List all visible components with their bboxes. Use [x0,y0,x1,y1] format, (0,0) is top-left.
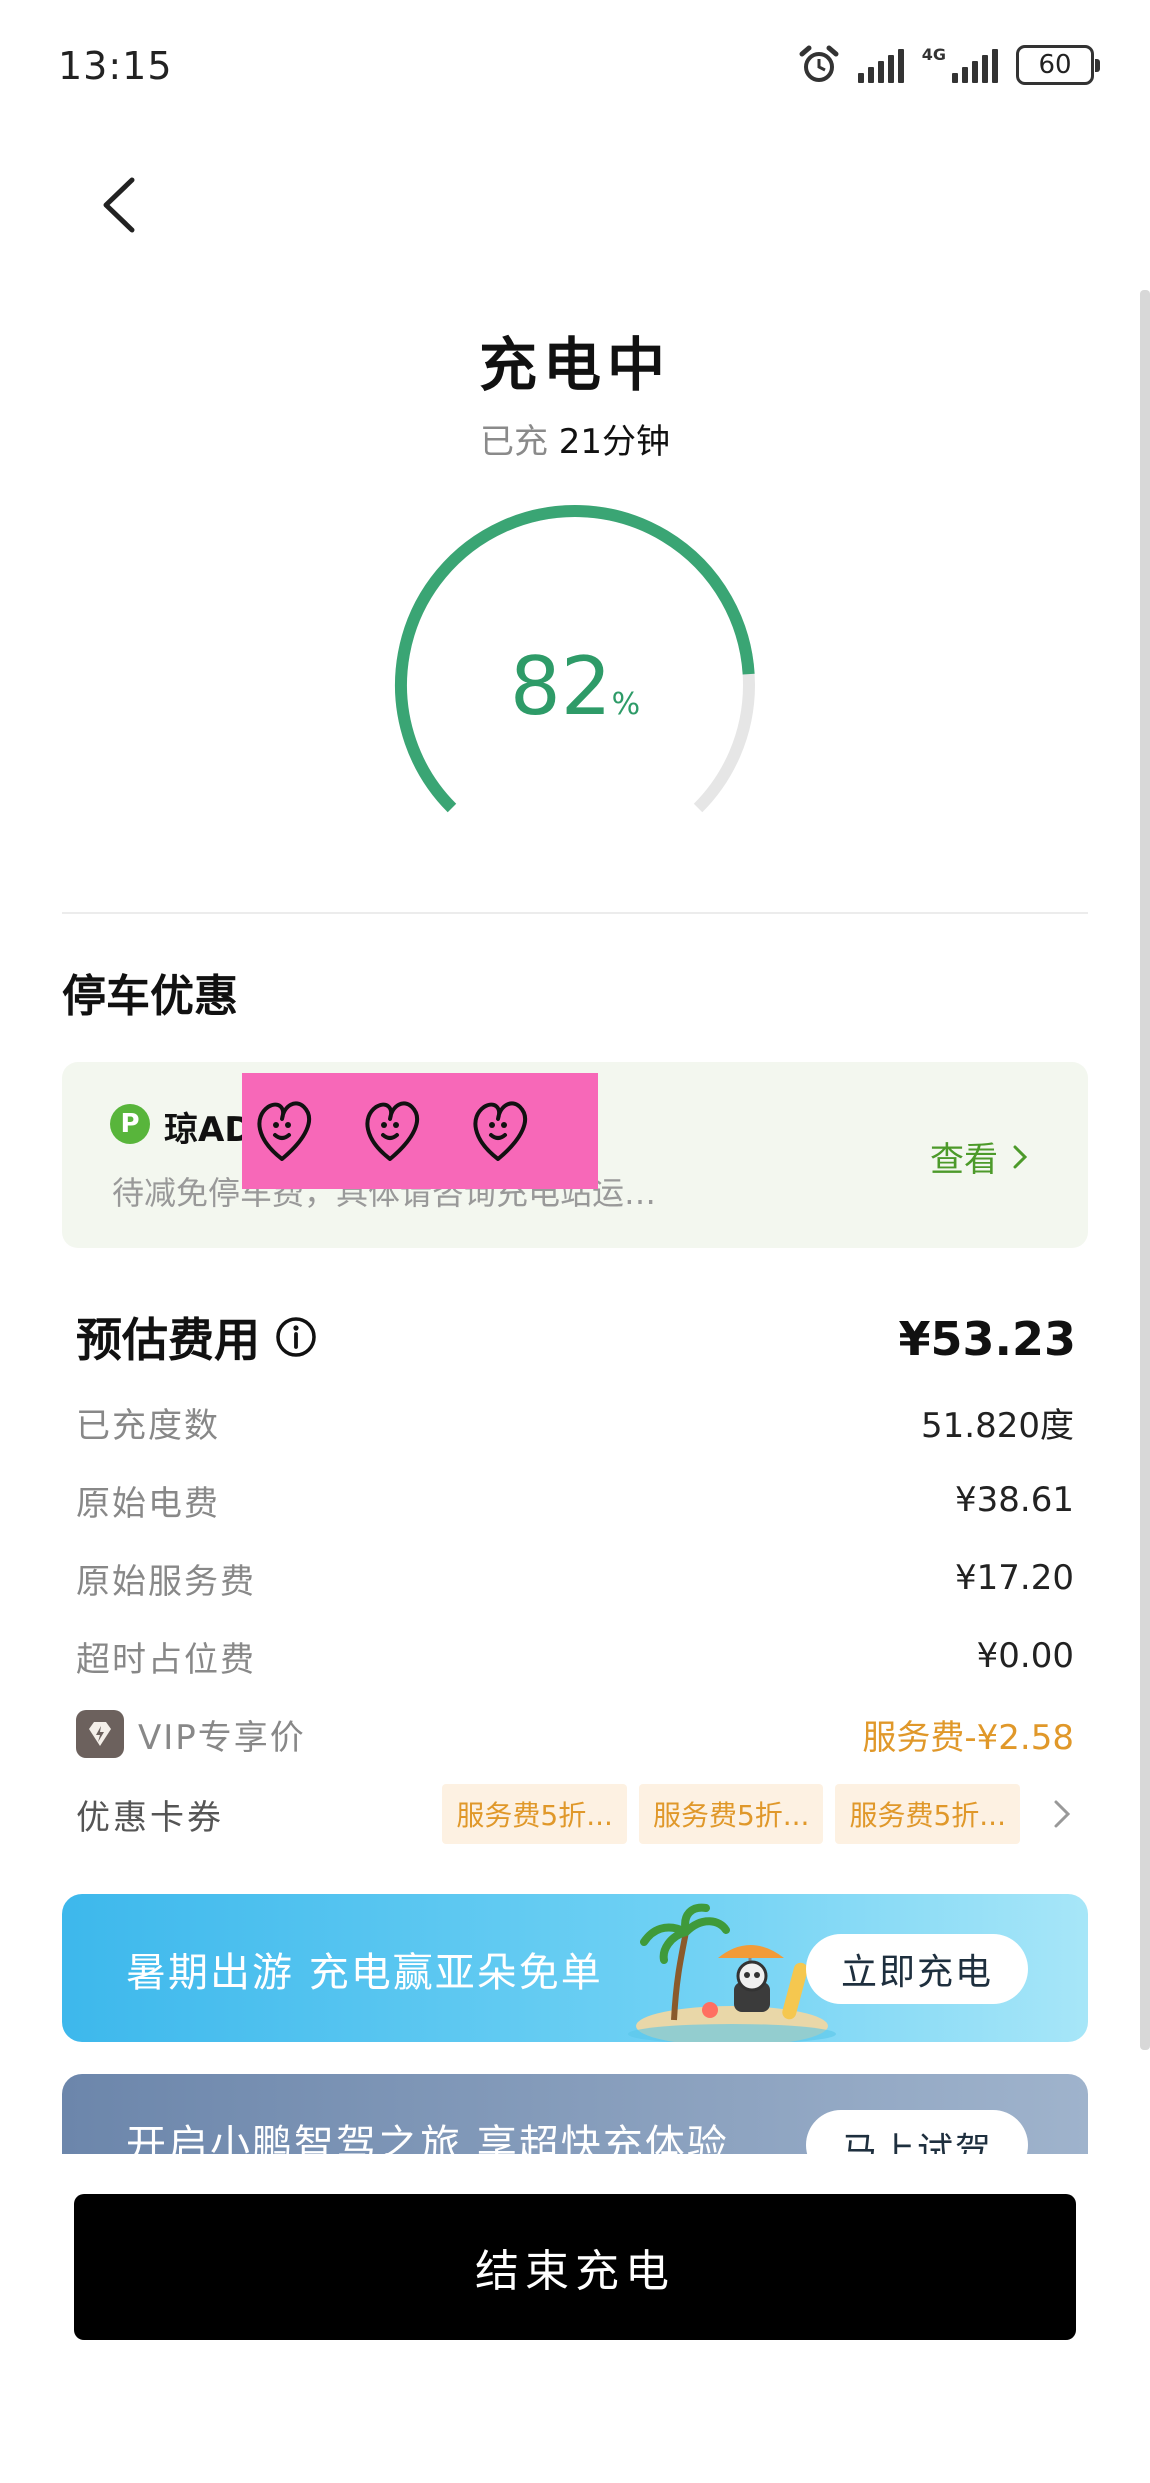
charge-percentage-number: 82 [509,640,612,733]
fee-value: ¥17.20 [955,1558,1074,1598]
parking-p-icon: P [110,1104,150,1144]
fee-value: ¥0.00 [976,1636,1074,1676]
charging-duration: 已充 21分钟 [0,414,1150,463]
network-type: 4G [921,45,946,64]
fee-value: 51.820度 [921,1405,1074,1446]
fee-label: 超时占位费 [76,1639,256,1680]
page-title: 充电中 [478,331,671,399]
fee-value: ¥38.61 [955,1480,1074,1520]
coupon-tag[interactable]: 服务费5折... [638,1784,824,1844]
view-label: 查看 [930,1140,998,1180]
scrollbar[interactable] [1140,290,1150,2050]
coupon-label: 优惠卡券 [76,1797,224,1838]
estimated-fee-label: 预估费用 [76,1313,260,1367]
charge-percentage-unit: % [611,687,641,722]
alarm-clock-icon [799,45,839,82]
fee-row-electricity: 原始电费 ¥38.61 [76,1470,1074,1530]
chevron-right-icon[interactable] [1046,1794,1076,1834]
vip-label: VIP专享价 [138,1717,306,1758]
estimated-fee-title: 预估费用 [76,1304,318,1370]
coupon-tag[interactable]: 服务费5折... [442,1784,627,1844]
signal-bars-icon [857,47,904,83]
chevron-right-icon [1013,1145,1028,1168]
status-bar: 13:15 4G 60 [0,0,1150,130]
charge-now-button[interactable]: 立即充电 [806,1934,1028,2004]
fee-label: 已充度数 [76,1405,220,1446]
coupon-row[interactable]: 优惠卡券 服务费5折... 服务费5折... 服务费5折... [76,1784,1076,1844]
duration-value: 21分钟 [558,422,671,462]
status-icons: 4G 60 [798,40,1100,90]
end-charging-button[interactable]: 结束充电 [74,2194,1076,2340]
fee-row-service: 原始服务费 ¥17.20 [76,1548,1074,1608]
fee-label: 原始服务费 [76,1561,256,1602]
summer-promo-text: 暑期出游 充电赢亚朵免单 [126,1950,603,1996]
back-arrow-icon[interactable] [90,170,150,240]
estimated-fee-total: ¥53.23 [898,1312,1076,1366]
fee-label: 原始电费 [76,1483,220,1524]
vip-diamond-icon [76,1710,124,1758]
battery-level: 60 [1038,50,1072,80]
heart-sticker-overlay [242,1073,598,1189]
battery-icon: 60 [1016,45,1100,85]
test-drive-button[interactable]: 马上试驾 [806,2110,1028,2154]
parking-section-title: 停车优惠 [62,971,238,1022]
coupon-tag[interactable]: 服务费5折... [835,1784,1020,1844]
fee-row-vip: VIP专享价 服务费-¥2.58 [76,1704,1074,1764]
vip-label-wrap: VIP专享价 [76,1710,306,1759]
coupon-list: 服务费5折... 服务费5折... 服务费5折... [442,1784,1076,1844]
fee-row-overtime: 超时占位费 ¥0.00 [76,1626,1074,1686]
duration-prefix: 已充 [479,422,548,462]
view-parking-link[interactable]: 查看 [930,1132,1028,1181]
divider [62,912,1088,914]
test-drive-banner[interactable]: 开启小鹏智驾之旅 享超快充体验 马上试驾 [62,2074,1088,2154]
vip-discount-value: 服务费-¥2.58 [862,1717,1074,1758]
plate-number: 琼AD [164,1110,253,1150]
summer-promo-banner[interactable]: 暑期出游 充电赢亚朵免单 立即充电 [62,1894,1088,2042]
signal-bars-icon-2 [952,47,998,83]
info-icon[interactable] [274,1315,318,1359]
fee-row-energy: 已充度数 51.820度 [76,1392,1074,1452]
test-drive-text: 开启小鹏智驾之旅 享超快充体验 [126,2122,729,2154]
charge-percentage: 82% [380,640,770,733]
status-time: 13:15 [58,44,173,88]
